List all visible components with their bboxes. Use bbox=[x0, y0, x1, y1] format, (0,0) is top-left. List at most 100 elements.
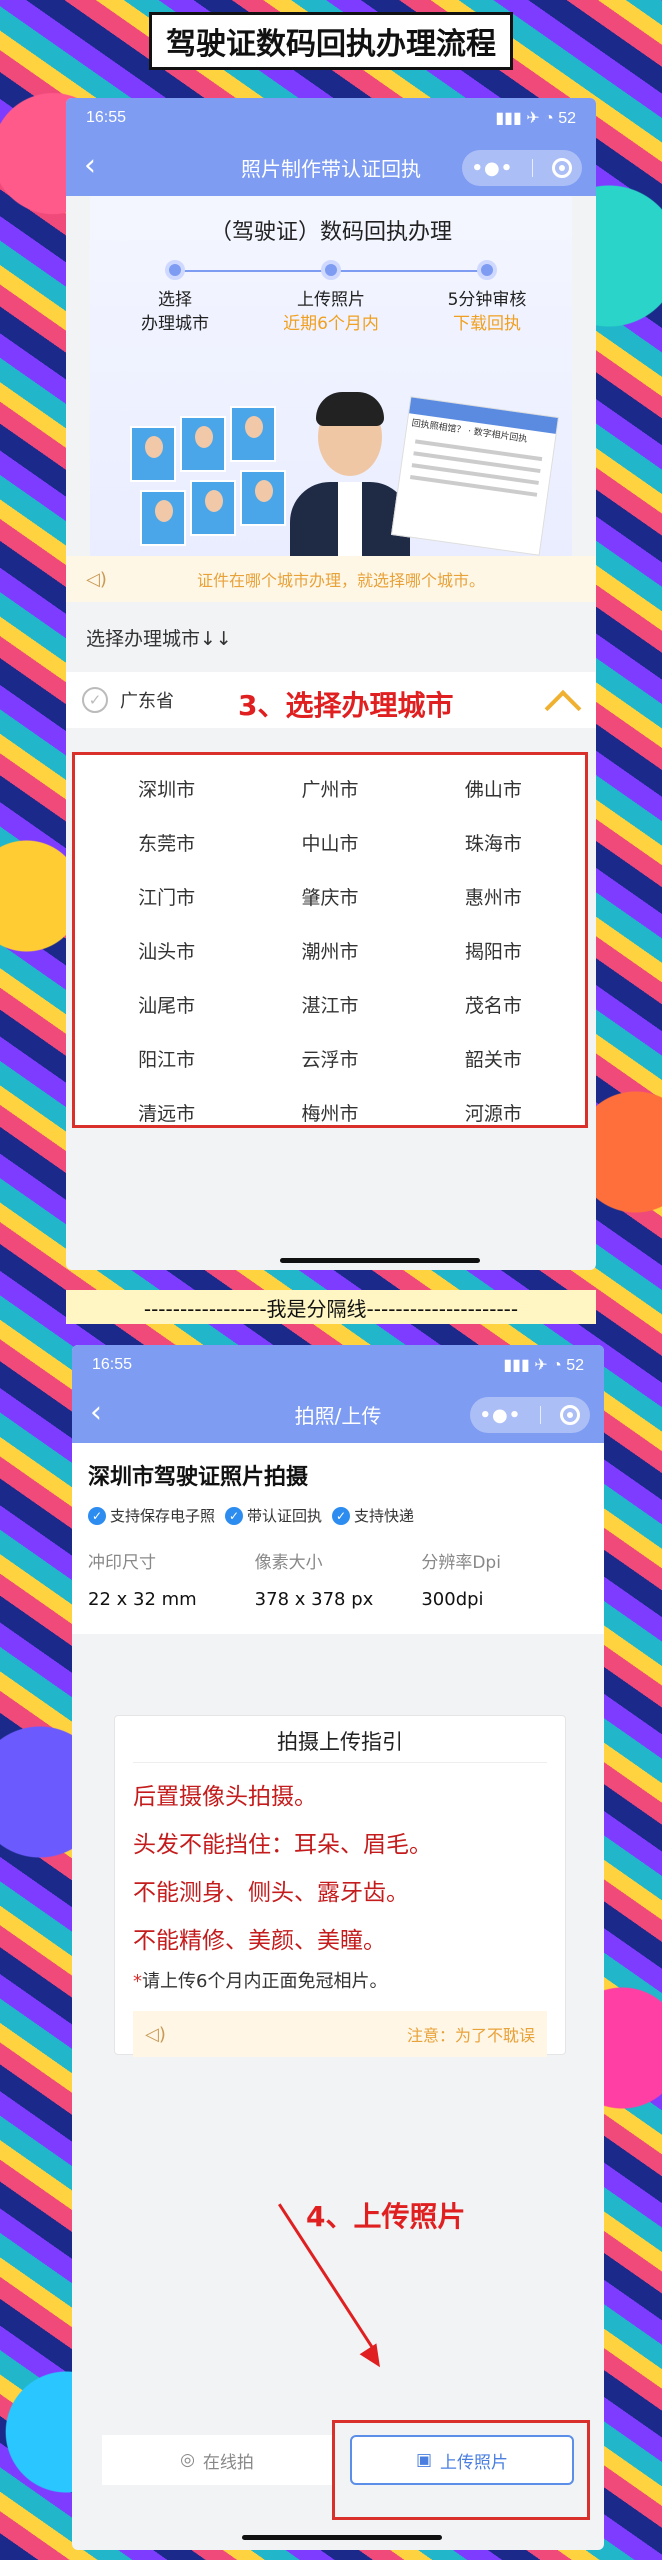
separator-banner: -----------------我是分隔线------------------… bbox=[66, 1290, 596, 1324]
notice-text: 证件在哪个城市办理，就选择哪个城市。 bbox=[196, 571, 485, 590]
step4-callout: 4、上传照片 bbox=[306, 2200, 466, 2233]
back-arrow-icon[interactable]: ‹ bbox=[90, 1398, 118, 1429]
page-header: 驾驶证数码回执办理流程 bbox=[0, 12, 662, 70]
notice-bar: ◁) 证件在哪个城市办理，就选择哪个城市。 bbox=[66, 556, 596, 602]
nav-title: 拍照/上传 bbox=[294, 1403, 382, 1428]
nav-bar: ‹ 照片制作带认证回执 •●• bbox=[66, 138, 596, 196]
spec-dpi: 分辨率Dpi 300dpi bbox=[421, 1548, 588, 1610]
online-shoot-label: 在线拍 bbox=[202, 2452, 254, 2473]
status-time: 16:55 bbox=[92, 1356, 133, 1373]
city-option[interactable]: 惠州市 bbox=[412, 869, 575, 923]
miniprogram-capsule: •●• bbox=[462, 150, 582, 186]
guide-notice-text: 注意：为了不耽误 bbox=[406, 2026, 535, 2045]
city-list: 深圳市 广州市 佛山市东莞市 中山市 珠海市江门市 肇庆市 惠州市汕头市 潮州市 揭阳市汕尾市湛… bbox=[72, 752, 588, 1128]
bottom-action-bar: ◎ 在线拍 ▣ 上传照片 bbox=[72, 2385, 604, 2520]
guide-rule: 后置摄像头拍摄。 bbox=[133, 1784, 317, 1810]
upload-guide-card: 拍摄上传指引 后置摄像头拍摄。 头发不能挡住：耳朵、眉毛。 不能测身、侧头、露牙… bbox=[114, 1715, 566, 2057]
city-option[interactable]: 佛山市 bbox=[412, 761, 575, 815]
city-option[interactable]: 中山市 bbox=[248, 815, 411, 869]
hair-shape bbox=[316, 392, 384, 426]
city-option[interactable]: 汕头市 bbox=[85, 923, 248, 977]
upload-photo-label: 上传照片 bbox=[440, 2452, 509, 2473]
step-1: 选择 办理城市 bbox=[100, 260, 250, 336]
city-option[interactable]: 肇庆市 bbox=[248, 869, 411, 923]
image-icon: ▣ bbox=[415, 2450, 433, 2470]
city-option[interactable]: 清远市 bbox=[85, 1085, 248, 1139]
capsule-divider bbox=[540, 1406, 542, 1424]
city-option[interactable]: 茂名市 bbox=[412, 977, 575, 1031]
feature-tags: ✓ 支持保存电子照 ✓ 带认证回执 ✓ 支持快递 bbox=[88, 1505, 588, 1526]
city-option[interactable]: 湛江市 bbox=[248, 977, 411, 1031]
step-label: 上传照片 bbox=[297, 290, 365, 310]
step3-callout: 3、选择办理城市 bbox=[238, 689, 454, 722]
city-option[interactable]: 广州市 bbox=[248, 761, 411, 815]
speaker-icon: ◁) bbox=[145, 2024, 166, 2045]
status-bar: 16:55 ▮▮▮ ✈ ◔ 52 bbox=[66, 98, 596, 138]
step-2: 上传照片 近期6个月内 bbox=[256, 260, 406, 336]
city-section-label: 选择办理城市↓↓ bbox=[66, 602, 596, 672]
close-circle-icon[interactable] bbox=[560, 1405, 581, 1425]
feature-tag: ✓ 支持保存电子照 bbox=[88, 1505, 215, 1526]
nav-bar: ‹ 拍照/上传 •●• bbox=[72, 1385, 604, 1443]
online-shoot-button[interactable]: ◎ 在线拍 bbox=[102, 2435, 332, 2485]
camera-icon: ◎ bbox=[180, 2450, 195, 2470]
home-indicator bbox=[280, 1258, 480, 1263]
sample-photos-illustration: 回执照相馆？ · 数字相片回执 bbox=[130, 386, 560, 556]
phone-screenshot-2: 16:55 ▮▮▮ ✈ ◔ 52 ‹ 拍照/上传 •●• 深圳市驾驶证照片拍摄 … bbox=[72, 1345, 604, 2550]
check-icon: ✓ bbox=[88, 1506, 106, 1525]
close-circle-icon[interactable] bbox=[552, 158, 573, 178]
status-time: 16:55 bbox=[86, 109, 127, 126]
city-option[interactable]: 阳江市 bbox=[85, 1031, 248, 1085]
step-dot bbox=[165, 260, 185, 280]
miniprogram-capsule: •●• bbox=[470, 1397, 590, 1433]
check-icon: ✓ bbox=[332, 1506, 351, 1525]
city-option[interactable]: 东莞市 bbox=[85, 815, 248, 869]
capsule-divider bbox=[532, 159, 534, 177]
more-icon[interactable]: •●• bbox=[472, 158, 514, 179]
sample-photo bbox=[180, 416, 226, 472]
city-option[interactable]: 深圳市 bbox=[85, 761, 248, 815]
city-option[interactable]: 云浮市 bbox=[248, 1031, 411, 1085]
city-option[interactable]: 江门市 bbox=[85, 869, 248, 923]
city-option[interactable]: 梅州市 bbox=[248, 1085, 411, 1139]
back-arrow-icon[interactable]: ‹ bbox=[84, 151, 112, 182]
guide-note: *请上传6个月内正面免冠相片。 bbox=[133, 1967, 547, 1993]
city-option[interactable]: 韶关市 bbox=[412, 1031, 575, 1085]
product-title: 深圳市驾驶证照片拍摄 bbox=[88, 1465, 309, 1490]
battery-level: 52 bbox=[558, 110, 576, 127]
chevron-up-icon[interactable] bbox=[544, 689, 582, 727]
feature-tag: ✓ 带认证回执 bbox=[225, 1505, 322, 1526]
city-option[interactable]: 珠海市 bbox=[412, 815, 575, 869]
province-name: 广东省 bbox=[120, 691, 174, 712]
guide-note-text: 请上传6个月内正面免冠相片。 bbox=[142, 1971, 388, 1992]
sample-photo bbox=[190, 480, 236, 536]
city-option[interactable]: 潮州市 bbox=[248, 923, 411, 977]
asterisk: * bbox=[133, 1971, 142, 1992]
step-dot bbox=[321, 260, 341, 280]
more-icon[interactable]: •●• bbox=[480, 1405, 522, 1426]
tag-label: 带认证回执 bbox=[247, 1507, 323, 1525]
upload-photo-button[interactable]: ▣ 上传照片 bbox=[350, 2435, 574, 2485]
page-title: 驾驶证数码回执办理流程 bbox=[149, 12, 513, 70]
spec-value: 22 x 32 mm bbox=[88, 1589, 197, 1610]
spec-value: 300dpi bbox=[421, 1589, 484, 1610]
sample-photo bbox=[240, 470, 286, 526]
city-option[interactable]: 揭阳市 bbox=[412, 923, 575, 977]
check-icon: ✓ bbox=[225, 1506, 244, 1525]
city-option[interactable]: 汕尾市 bbox=[85, 977, 248, 1031]
province-row[interactable]: ✓ 广东省 3、选择办理城市 bbox=[66, 672, 596, 728]
shirt-shape bbox=[338, 482, 362, 556]
speaker-icon: ◁) bbox=[86, 569, 107, 590]
step-dot bbox=[477, 260, 497, 280]
feature-tag: ✓ 支持快递 bbox=[332, 1505, 414, 1526]
guide-notice-bar: ◁) 注意：为了不耽误 bbox=[133, 2011, 547, 2057]
city-option[interactable]: 河源市 bbox=[412, 1085, 575, 1139]
tag-label: 支持保存电子照 bbox=[110, 1507, 216, 1525]
spec-value: 378 x 378 px bbox=[254, 1589, 374, 1610]
status-bar: 16:55 ▮▮▮ ✈ ◔ 52 bbox=[72, 1345, 604, 1385]
home-indicator bbox=[242, 2535, 442, 2540]
battery-level: 52 bbox=[566, 1357, 584, 1374]
sample-photo bbox=[230, 406, 276, 462]
check-shield-icon: ✓ bbox=[82, 687, 108, 713]
receipt-card-image: 回执照相馆？ · 数字相片回执 bbox=[390, 396, 560, 556]
